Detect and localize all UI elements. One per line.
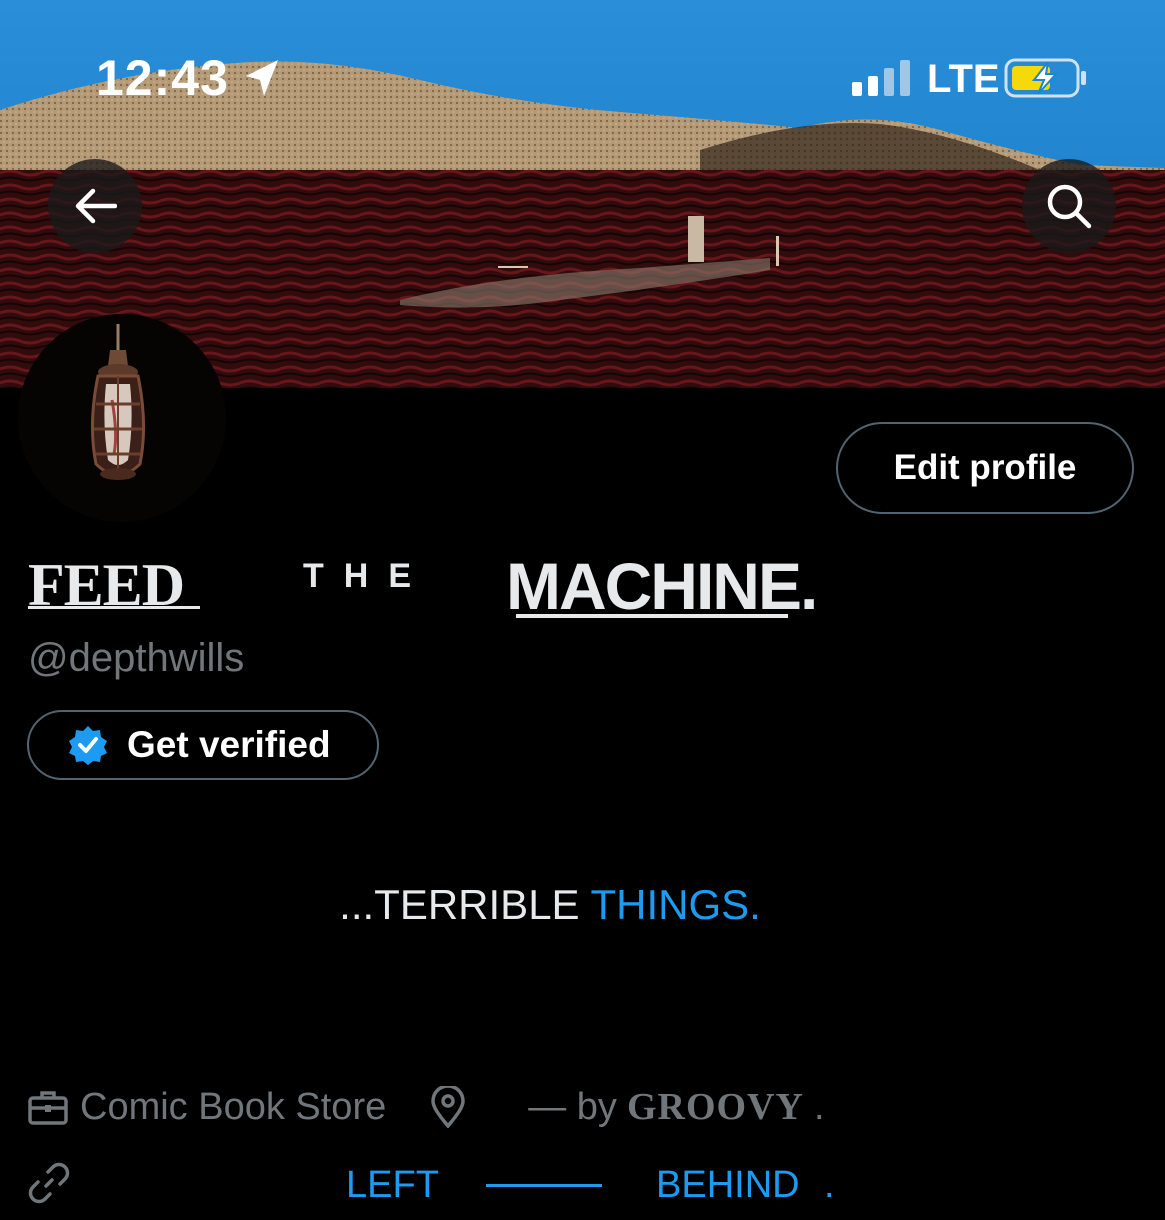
avatar[interactable]: [18, 314, 226, 522]
name-underline: [516, 614, 788, 618]
bio: ...TERRIBLE THINGS.: [0, 880, 1100, 930]
website-dash: [486, 1184, 602, 1187]
display-name-the: THE: [303, 557, 431, 595]
bio-link-text[interactable]: THINGS.: [590, 881, 760, 928]
get-verified-label: Get verified: [127, 724, 331, 765]
website-text-behind[interactable]: BEHIND: [656, 1162, 800, 1208]
location-brand: GROOVY: [626, 1086, 804, 1128]
network-type: LTE: [927, 57, 1000, 101]
search-button[interactable]: [1022, 159, 1116, 253]
edit-profile-button[interactable]: Edit profile: [836, 422, 1134, 514]
bio-text: ...TERRIBLE: [339, 881, 591, 928]
website-text-left[interactable]: LEFT: [346, 1162, 439, 1208]
location-pin-icon: [430, 1086, 466, 1128]
profile-meta: Comic Book Store — by GROOVY .: [28, 1084, 825, 1130]
name-underline: [28, 606, 200, 609]
location-arrow-icon: [242, 56, 282, 105]
profile-location: — by: [528, 1086, 617, 1128]
get-verified-button[interactable]: Get verified: [27, 710, 379, 780]
back-button[interactable]: [48, 159, 142, 253]
status-time: 12:43: [96, 50, 229, 106]
arrow-left-icon: [75, 188, 117, 224]
signal-strength-icon: [852, 60, 912, 101]
battery-charging-icon: [1004, 58, 1090, 103]
link-icon: [28, 1162, 70, 1215]
profile-website[interactable]: LEFT BEHIND .: [28, 1160, 1165, 1220]
location-end: .: [813, 1086, 825, 1128]
username-handle: @depthwills: [28, 636, 245, 680]
briefcase-icon: [28, 1089, 68, 1125]
search-icon: [1047, 184, 1092, 229]
profile-category: Comic Book Store: [80, 1086, 387, 1128]
verified-badge-icon: [67, 724, 109, 766]
website-text-dot[interactable]: .: [824, 1162, 835, 1208]
display-name-machine: MACHINE.: [506, 549, 818, 623]
